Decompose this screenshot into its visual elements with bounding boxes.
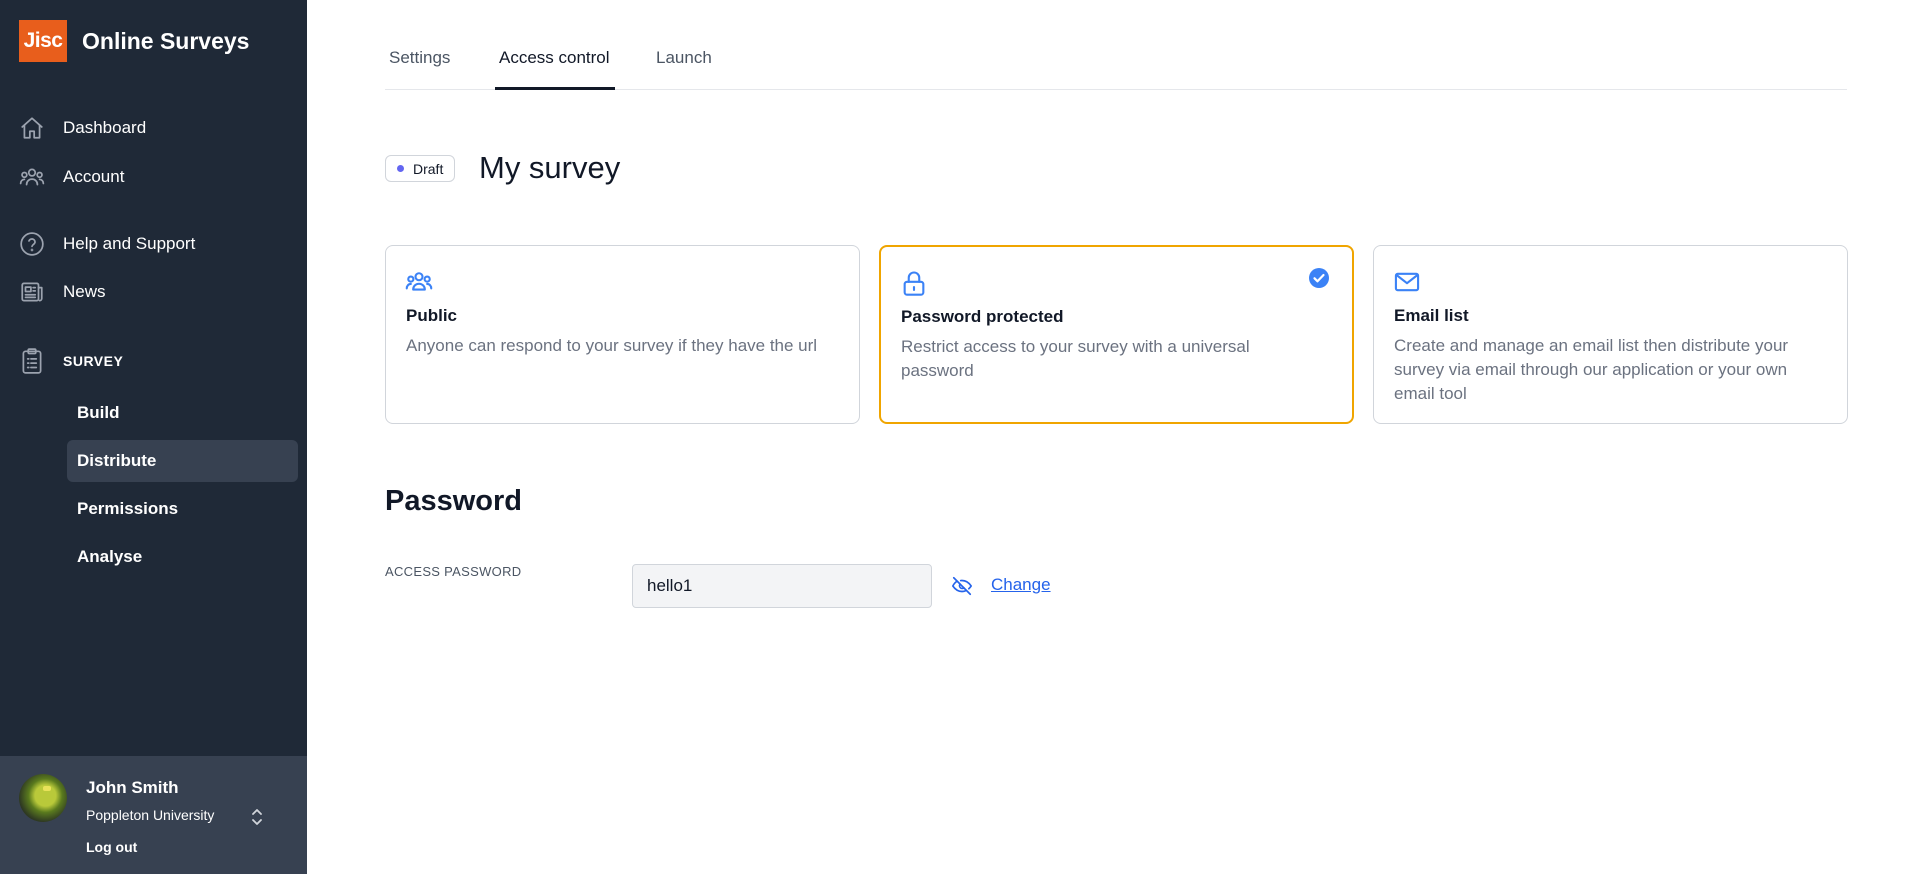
logout-link[interactable]: Log out <box>86 839 137 855</box>
user-organisation: Poppleton University <box>86 807 215 823</box>
option-title: Public <box>406 306 458 325</box>
sidebar-item-label: Analyse <box>77 547 143 566</box>
user-name: John Smith <box>86 778 179 797</box>
mail-icon <box>1393 268 1421 296</box>
sidebar-item-analyse[interactable]: Analyse <box>67 536 298 578</box>
option-description: Restrict access to your survey with a un… <box>901 337 1250 380</box>
access-option-public[interactable]: Public Anyone can respond to your survey… <box>385 245 860 424</box>
active-tab-indicator <box>495 87 615 90</box>
app-branding[interactable]: Jisc Online Surveys <box>19 20 249 62</box>
sidebar-item-label: Build <box>77 403 120 422</box>
eye-off-icon[interactable] <box>951 575 973 597</box>
clipboard-icon <box>19 347 45 375</box>
sidebar-item-label: News <box>63 282 106 301</box>
sidebar-item-label: Help and Support <box>63 234 196 253</box>
check-circle-icon <box>1308 267 1330 289</box>
tab-access-control[interactable]: Access control <box>499 48 610 68</box>
access-option-password-protected[interactable]: Password protected Restrict access to yo… <box>879 245 1354 424</box>
tab-launch[interactable]: Launch <box>656 48 712 68</box>
option-description: Anyone can respond to your survey if the… <box>406 336 818 355</box>
home-icon <box>19 115 45 141</box>
lock-icon <box>900 269 928 297</box>
users-icon <box>19 164 45 190</box>
chevron-up-down-icon[interactable] <box>249 806 265 828</box>
users-icon <box>405 268 433 296</box>
option-title: Email list <box>1394 306 1469 325</box>
option-description: Create and manage an email list then dis… <box>1394 336 1789 403</box>
status-label: Draft <box>413 160 444 177</box>
survey-section-header: SURVEY <box>19 347 123 375</box>
sidebar-item-dashboard[interactable]: Dashboard <box>19 113 146 143</box>
app-title: Online Surveys <box>82 27 250 54</box>
status-badge: Draft <box>385 155 456 182</box>
jisc-logo: Jisc <box>19 20 67 62</box>
sidebar-item-label: Account <box>63 167 125 186</box>
page-title: My survey <box>479 150 621 185</box>
tab-bar: Settings Access control Launch <box>385 0 1847 90</box>
sidebar: Jisc Online Surveys Dashboard Account He… <box>0 0 307 874</box>
sidebar-item-permissions[interactable]: Permissions <box>67 488 298 530</box>
sidebar-item-label: Distribute <box>77 451 157 470</box>
sidebar-item-news[interactable]: News <box>19 277 106 307</box>
sidebar-item-help[interactable]: Help and Support <box>19 229 195 259</box>
survey-section-label: SURVEY <box>63 353 124 369</box>
help-circle-icon <box>19 231 45 257</box>
sidebar-item-account[interactable]: Account <box>19 162 124 192</box>
sidebar-item-label: Dashboard <box>63 118 147 137</box>
sidebar-item-build[interactable]: Build <box>67 392 298 434</box>
access-password-label: ACCESS PASSWORD <box>385 564 522 579</box>
newspaper-icon <box>19 279 45 305</box>
option-title: Password protected <box>901 307 1064 326</box>
tab-settings[interactable]: Settings <box>389 48 450 68</box>
change-password-link[interactable]: Change <box>991 575 1051 595</box>
password-heading: Password <box>385 485 522 517</box>
avatar <box>19 774 67 822</box>
access-password-field[interactable] <box>632 564 932 608</box>
user-panel: John Smith Poppleton University Log out <box>0 756 307 874</box>
status-dot <box>397 165 404 172</box>
sidebar-item-label: Permissions <box>77 499 179 518</box>
access-option-email-list[interactable]: Email list Create and manage an email li… <box>1373 245 1848 424</box>
sidebar-item-distribute[interactable]: Distribute <box>67 440 298 482</box>
